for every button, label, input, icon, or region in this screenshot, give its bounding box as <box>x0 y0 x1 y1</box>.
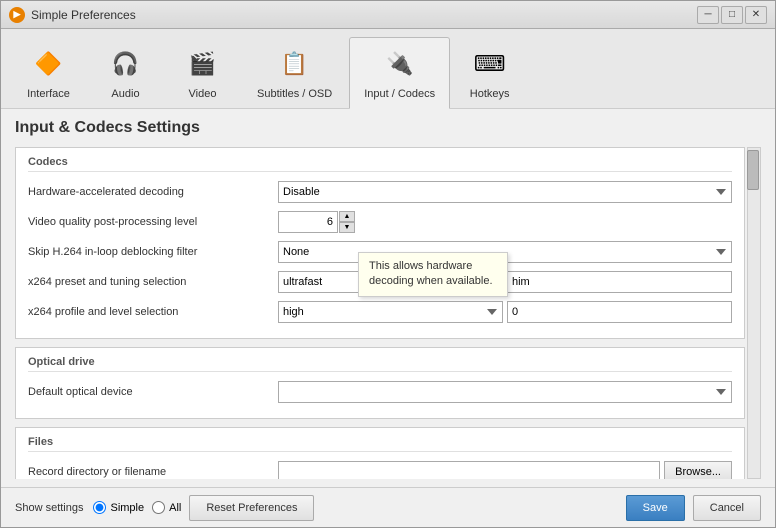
spinner-up-button[interactable]: ▲ <box>339 211 355 222</box>
radio-all-group: All <box>152 501 181 514</box>
tab-hotkeys-label: Hotkeys <box>470 88 510 100</box>
record-dir-input[interactable] <box>278 461 660 479</box>
close-button[interactable]: ✕ <box>745 6 767 24</box>
tab-video[interactable]: 🎬 Video <box>165 37 240 108</box>
x264-tuning-input[interactable] <box>507 271 732 293</box>
x264-preset-label: x264 preset and tuning selection <box>28 276 278 288</box>
scroll-area: Codecs Hardware-accelerated decoding Dis… <box>15 147 761 479</box>
minimize-button[interactable]: ─ <box>697 6 719 24</box>
hotkeys-icon: ⌨ <box>470 44 510 84</box>
title-bar-controls: ─ □ ✕ <box>697 6 767 24</box>
scrollbar-thumb[interactable] <box>747 150 759 190</box>
x264-profile-select[interactable]: high baseline main high10 high422 <box>278 301 503 323</box>
codecs-section-title: Codecs <box>28 156 732 172</box>
reset-preferences-button[interactable]: Reset Preferences <box>189 495 314 521</box>
scrollbar-track[interactable] <box>747 147 761 479</box>
skip-h264-label: Skip H.264 in-loop deblocking filter <box>28 246 278 258</box>
hardware-decoding-label: Hardware-accelerated decoding <box>28 186 278 198</box>
app-icon: ▶ <box>9 7 25 23</box>
record-dir-label: Record directory or filename <box>28 466 278 478</box>
optical-section: Optical drive Default optical device <box>15 347 745 419</box>
input-icon: 🔌 <box>380 44 420 84</box>
tab-interface-label: Interface <box>27 88 70 100</box>
video-quality-row: Video quality post-processing level ▲ ▼ … <box>28 210 732 234</box>
save-button[interactable]: Save <box>626 495 685 521</box>
tab-input[interactable]: 🔌 Input / Codecs <box>349 37 450 109</box>
title-bar: ▶ Simple Preferences ─ □ ✕ <box>1 1 775 29</box>
spinner-buttons: ▲ ▼ <box>339 211 355 233</box>
show-settings-label: Show settings <box>15 502 83 514</box>
record-dir-row: Record directory or filename Browse... <box>28 460 732 479</box>
tab-subtitles-label: Subtitles / OSD <box>257 88 332 100</box>
cancel-button[interactable]: Cancel <box>693 495 761 521</box>
tab-interface[interactable]: 🔶 Interface <box>11 37 86 108</box>
files-section: Files Record directory or filename Brows… <box>15 427 745 479</box>
interface-icon: 🔶 <box>29 44 69 84</box>
x264-profile-row: x264 profile and level selection high ba… <box>28 300 732 324</box>
x264-profile-label: x264 profile and level selection <box>28 306 278 318</box>
page-title: Input & Codecs Settings <box>15 119 761 137</box>
x264-profile-controls: high baseline main high10 high422 <box>278 301 732 323</box>
all-radio-label: All <box>169 502 181 514</box>
bottom-bar: Show settings Simple All Reset Preferenc… <box>1 487 775 527</box>
title-bar-text: Simple Preferences <box>31 8 697 22</box>
tab-input-label: Input / Codecs <box>364 88 435 100</box>
optical-device-row: Default optical device <box>28 380 732 404</box>
radio-simple-group: Simple <box>93 501 144 514</box>
browse-button[interactable]: Browse... <box>664 461 732 479</box>
optical-device-label: Default optical device <box>28 386 278 398</box>
record-dir-controls: Browse... <box>278 461 732 479</box>
video-icon: 🎬 <box>183 44 223 84</box>
subtitles-icon: 📋 <box>275 44 315 84</box>
tab-subtitles[interactable]: 📋 Subtitles / OSD <box>242 37 347 108</box>
tab-video-label: Video <box>189 88 217 100</box>
video-quality-spinner: ▲ ▼ <box>278 211 358 233</box>
tab-hotkeys[interactable]: ⌨ Hotkeys <box>452 37 527 108</box>
main-content: Input & Codecs Settings Codecs Hardware-… <box>1 109 775 487</box>
files-section-title: Files <box>28 436 732 452</box>
all-radio[interactable] <box>152 501 165 514</box>
tab-audio-label: Audio <box>111 88 139 100</box>
optical-section-title: Optical drive <box>28 356 732 372</box>
video-quality-label: Video quality post-processing level <box>28 216 278 228</box>
optical-device-select[interactable] <box>278 381 732 403</box>
maximize-button[interactable]: □ <box>721 6 743 24</box>
hardware-decoding-row: Hardware-accelerated decoding Disable Au… <box>28 180 732 204</box>
simple-radio-label: Simple <box>110 502 144 514</box>
hardware-decoding-select[interactable]: Disable Automatic DirectX Video Accelera… <box>278 181 732 203</box>
main-window: ▶ Simple Preferences ─ □ ✕ 🔶 Interface 🎧… <box>0 0 776 528</box>
tab-audio[interactable]: 🎧 Audio <box>88 37 163 108</box>
simple-radio[interactable] <box>93 501 106 514</box>
codecs-section: Codecs Hardware-accelerated decoding Dis… <box>15 147 745 339</box>
nav-tabs: 🔶 Interface 🎧 Audio 🎬 Video 📋 Subtitles … <box>1 29 775 109</box>
x264-level-input[interactable] <box>507 301 732 323</box>
hardware-decoding-tooltip: This allows hardware decoding when avail… <box>358 252 508 297</box>
video-quality-input[interactable] <box>278 211 338 233</box>
audio-icon: 🎧 <box>106 44 146 84</box>
spinner-down-button[interactable]: ▼ <box>339 222 355 233</box>
